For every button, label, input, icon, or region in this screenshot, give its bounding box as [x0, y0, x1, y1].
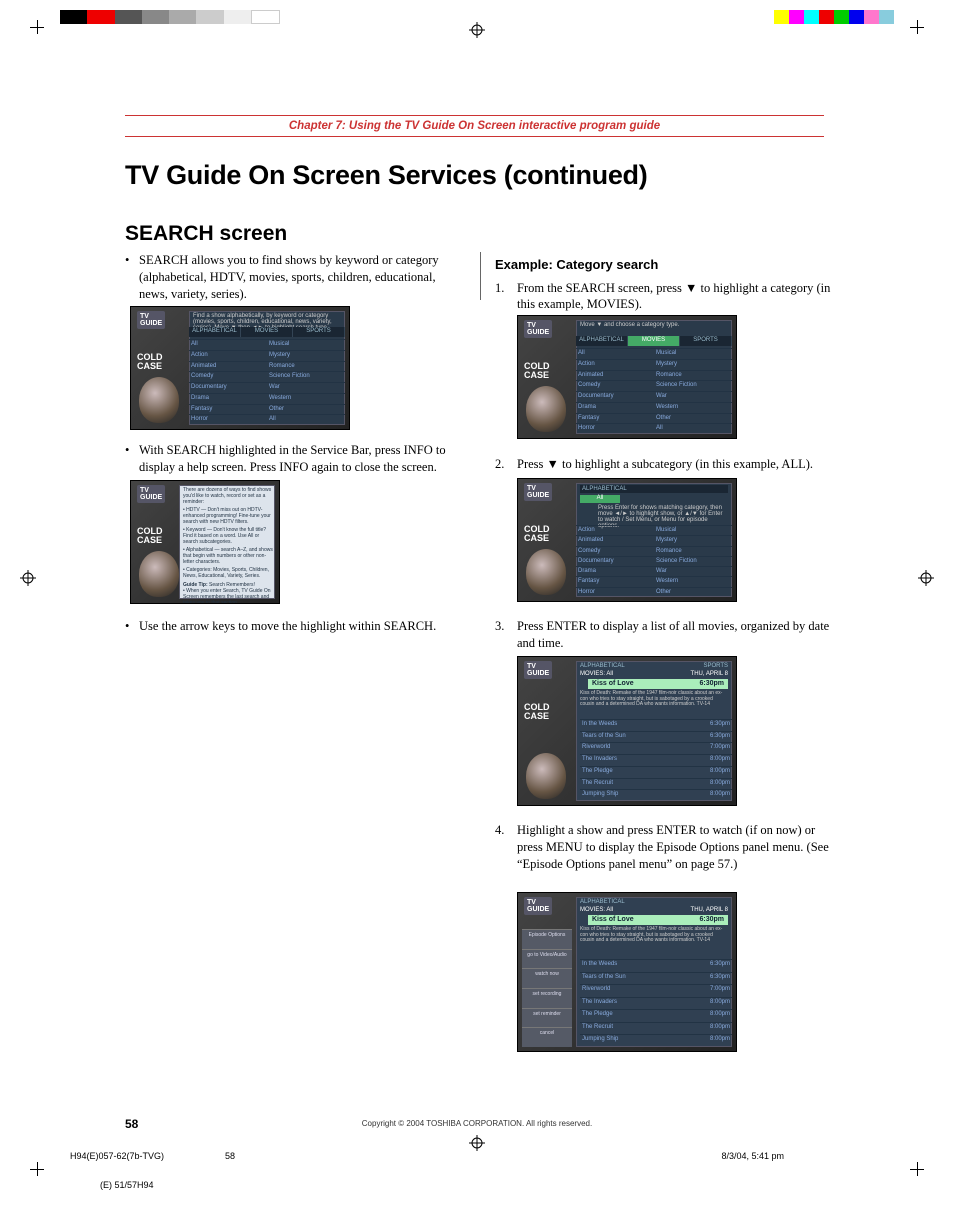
screenshot-search-main: TVGUIDE COLDCASE Find a show alphabetica…: [130, 306, 350, 430]
screenshot-results-list: TVGUIDE COLDCASE ALPHABETICAL SPORTS MOV…: [517, 656, 737, 806]
step-text: Press ENTER to display a list of all mov…: [517, 618, 835, 652]
registration-mark-icon: [918, 570, 934, 586]
screenshot-subcategory: TVGUIDE COLDCASE ALPHABETICAL All Press …: [517, 478, 737, 602]
left-column: •SEARCH allows you to find shows by keyw…: [125, 252, 465, 309]
section-title: SEARCH screen: [125, 222, 287, 246]
chapter-heading: Chapter 7: Using the TV Guide On Screen …: [125, 115, 824, 137]
crop-mark-icon: [910, 20, 924, 34]
footer-doc-id: H94(E)057-62(7b-TVG): [70, 1151, 164, 1161]
screenshot-category: TVGUIDE COLDCASE Move ▼ and choose a cat…: [517, 315, 737, 439]
crop-mark-icon: [30, 20, 44, 34]
right-column: 4.Highlight a show and press ENTER to wa…: [495, 822, 835, 881]
body-text: SEARCH allows you to find shows by keywo…: [139, 252, 465, 303]
body-text: With SEARCH highlighted in the Service B…: [139, 442, 465, 476]
registration-mark-icon: [469, 1135, 485, 1151]
crop-mark-icon: [910, 1162, 924, 1176]
screenshot-search-help: TVGUIDE COLDCASE There are dozens of way…: [130, 480, 280, 604]
step-text: Highlight a show and press ENTER to watc…: [517, 822, 835, 873]
right-column: 3.Press ENTER to display a list of all m…: [495, 618, 835, 660]
registration-mark-icon: [20, 570, 36, 586]
column-divider: [480, 252, 481, 300]
copyright-line: Copyright © 2004 TOSHIBA CORPORATION. Al…: [0, 1119, 954, 1128]
registration-mark-icon: [469, 22, 485, 38]
footer-timestamp: 8/3/04, 5:41 pm: [721, 1151, 784, 1161]
screenshot-episode-options: TVGUIDE Episode Optionsgo to Video/Audio…: [517, 892, 737, 1052]
footer-stub: (E) 51/57H94: [100, 1180, 154, 1190]
step-text: From the SEARCH screen, press ▼ to highl…: [517, 280, 835, 314]
body-text: Use the arrow keys to move the highlight…: [139, 618, 465, 635]
example-heading: Example: Category search: [495, 256, 835, 274]
footer-page: 58: [225, 1151, 235, 1161]
page-headline: TV Guide On Screen Services (continued): [125, 160, 647, 191]
crop-mark-icon: [30, 1162, 44, 1176]
right-column: Example: Category search 1.From the SEAR…: [495, 256, 835, 321]
left-column: •With SEARCH highlighted in the Service …: [125, 442, 465, 482]
step-text: Press ▼ to highlight a subcategory (in t…: [517, 456, 835, 473]
left-column: •Use the arrow keys to move the highligh…: [125, 618, 465, 641]
